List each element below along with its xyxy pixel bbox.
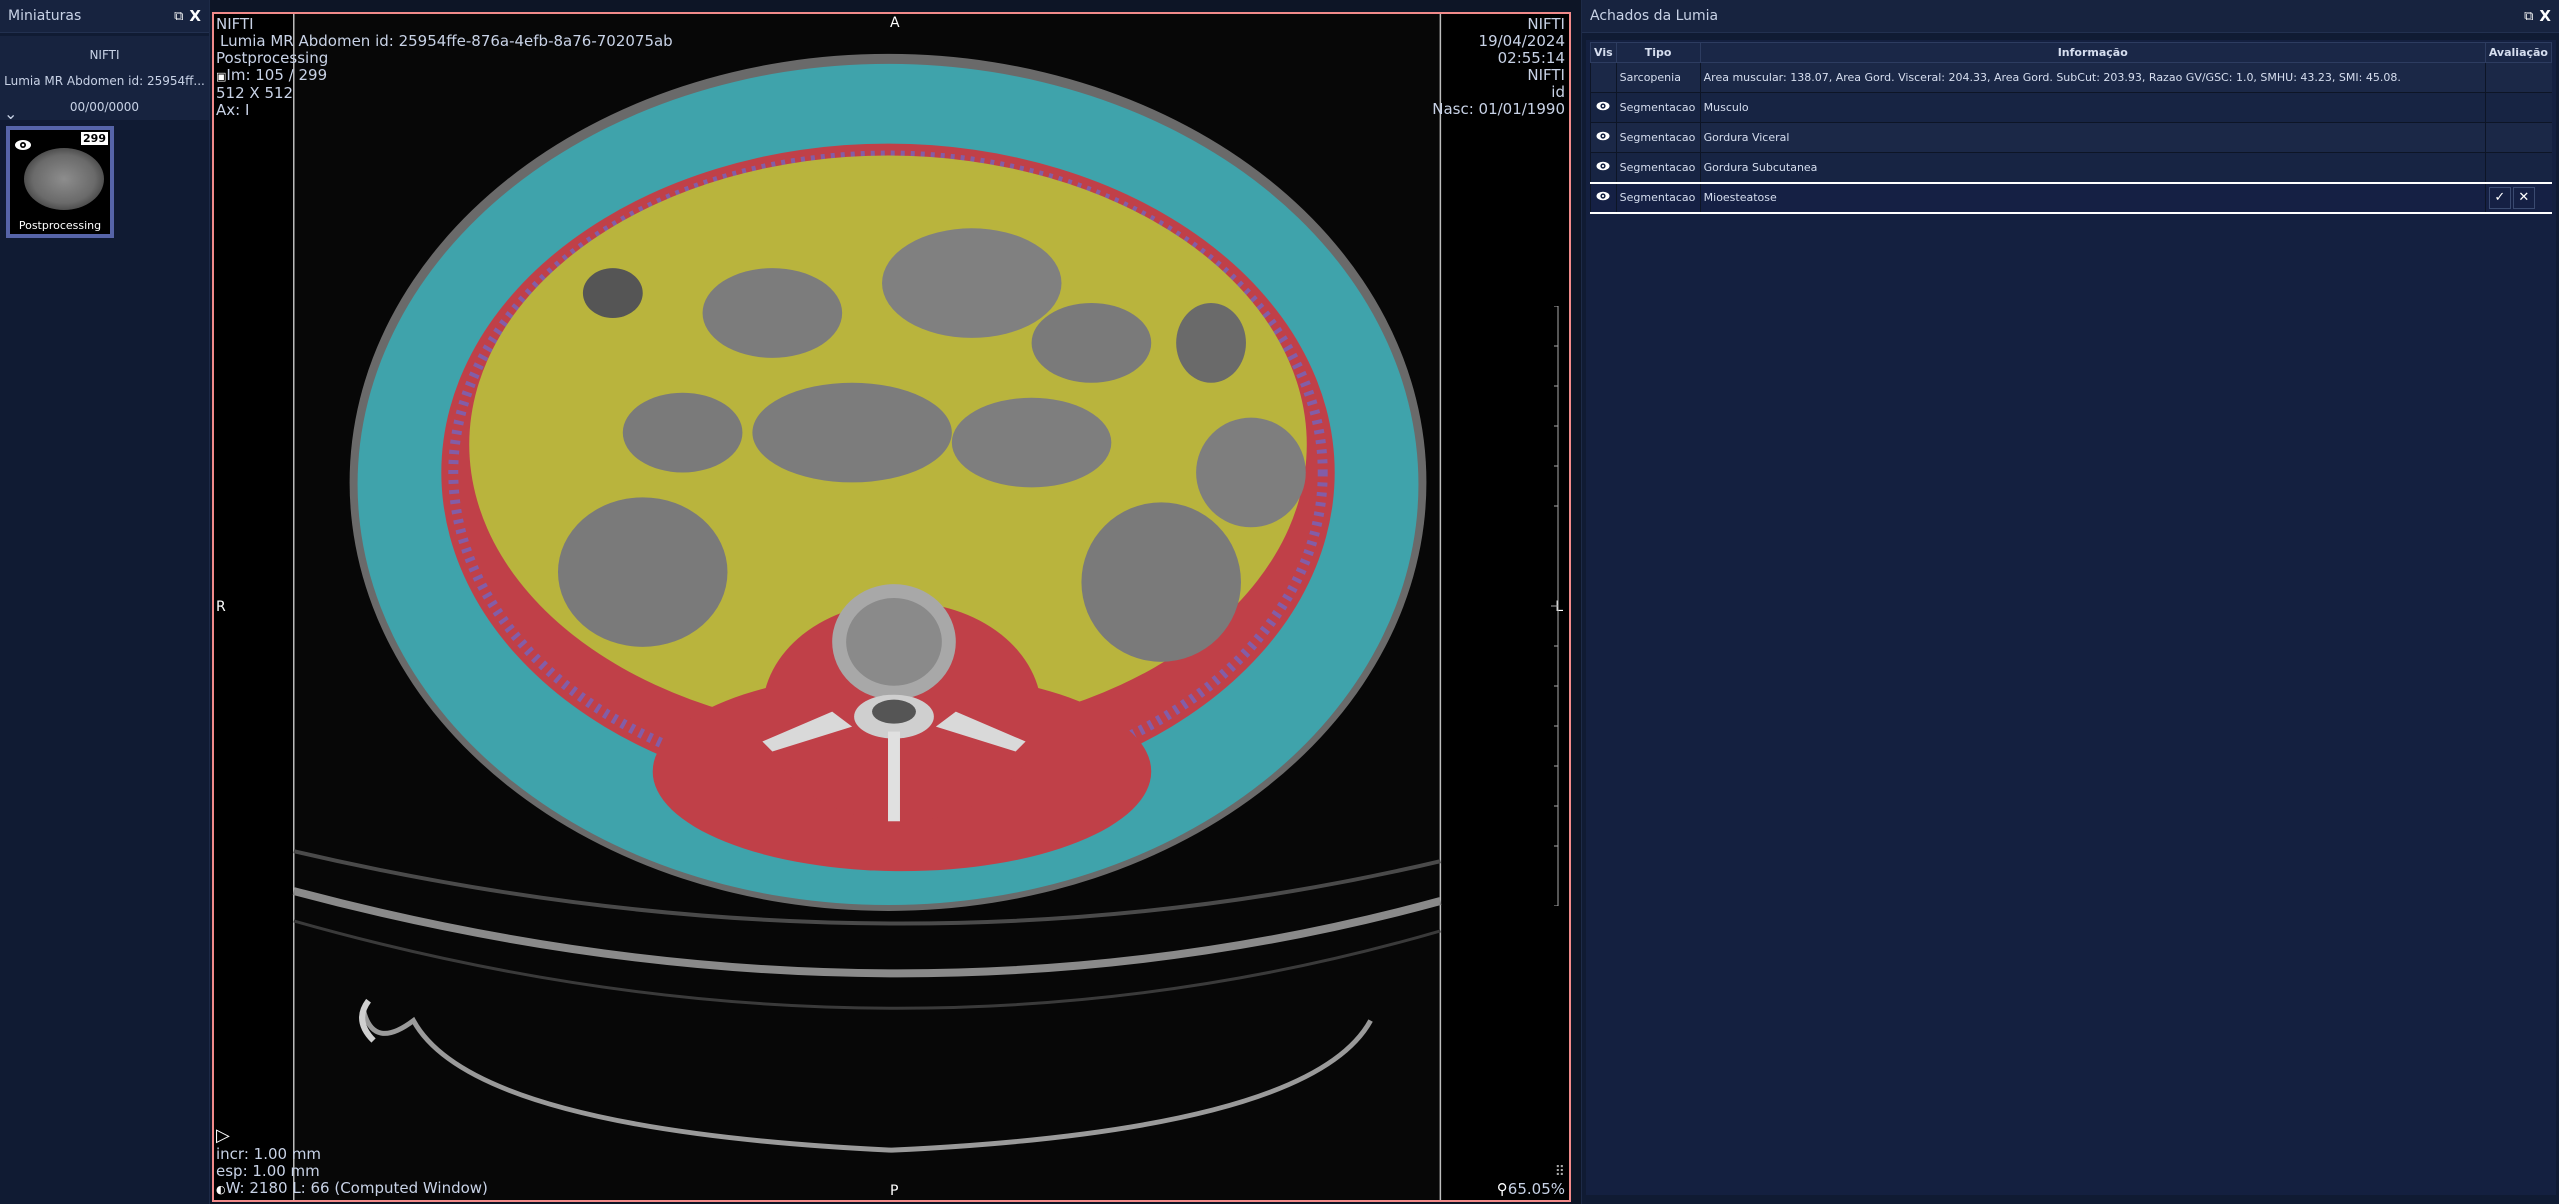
play-icon[interactable]: ▷ [216,1126,488,1146]
overlay-axis: Ax: I [216,101,250,119]
thumbnails-panel-header: Miniaturas ⧉ X [0,0,209,33]
contrast-icon: ◐ [216,1183,226,1196]
eye-icon[interactable] [1596,131,1610,144]
cell-avaliacao [2484,152,2552,183]
overlay-zoom-text: 65.05% [1507,1180,1565,1198]
ct-scan-image [214,14,1569,1200]
cell-informacao: Gordura Viceral [1699,122,2486,153]
close-icon[interactable]: X [2539,8,2551,24]
cell-tipo: Sarcopenia [1615,62,1701,93]
thumbnails-panel: Miniaturas ⧉ X NIFTI Lumia MR Abdomen id… [0,0,210,1204]
cell-avaliacao [2484,122,2552,153]
cell-informacao: Mioesteatose [1699,181,2486,214]
orientation-bottom: P [890,1183,899,1199]
table-row[interactable]: Segmentacao Musculo [1590,92,2552,123]
overlay-image-index: ▣Im: 105 / 299 [216,67,673,85]
magnifier-icon: ⚲ [1496,1180,1508,1198]
series-date: 00/00/0000 [69,100,140,114]
cell-vis[interactable] [1590,122,1617,153]
series-thumbnail[interactable]: 299 Postprocessing [6,126,114,238]
overlay-study: Lumia MR Abdomen id: 25954ffe-876a-4efb-… [220,32,673,50]
overlay-matrix: 512 X 512 [216,84,294,102]
eye-icon[interactable] [1596,101,1610,114]
overlay-series: Postprocessing [216,49,329,67]
close-icon[interactable]: X [189,8,201,24]
overlay-image-index-text: Im: 105 / 299 [226,66,328,84]
scale-ruler [1551,306,1559,906]
thumbnail-count: 299 [81,132,108,145]
column-header-tipo[interactable]: Tipo [1615,42,1701,63]
findings-table: Vis Tipo Informação Avaliação Sarcopenia… [1590,42,2553,214]
grid-icon[interactable]: ⠿ [1497,1164,1565,1181]
overlay-window-text: W: 2180 L: 66 (Computed Window) [225,1179,488,1197]
table-row[interactable]: Segmentacao Mioesteatose ✓ ✕ [1590,181,2552,214]
thumbnails-panel-title: Miniaturas [8,8,82,24]
cell-avaliacao: ✓ ✕ [2484,181,2552,214]
series-modality: NIFTI [89,48,120,62]
cell-vis[interactable] [1590,62,1617,93]
camera-icon: ▣ [216,70,227,83]
eye-icon[interactable] [14,136,32,155]
eye-icon[interactable] [1596,191,1610,204]
eye-icon[interactable] [1596,161,1610,174]
cell-tipo: Segmentacao [1615,92,1701,123]
cell-informacao: Musculo [1699,92,2486,123]
thumbnail-scan [24,148,104,210]
overlay-modality: NIFTI [216,15,254,33]
cell-informacao: Area muscular: 138.07, Area Gord. Viscer… [1699,62,2486,93]
table-row[interactable]: Segmentacao Gordura Viceral [1590,122,2552,153]
findings-body: Vis Tipo Informação Avaliação Sarcopenia… [1586,40,2556,1195]
thumbnail-label: Postprocessing [18,219,102,232]
findings-panel-title: Achados da Lumia [1590,8,1719,24]
overlay-time: 02:55:14 [1497,49,1565,67]
thumbnail-image: 299 Postprocessing [10,130,110,234]
cell-vis[interactable] [1590,92,1617,123]
overlay-window: ◐W: 2180 L: 66 (Computed Window) [216,1180,488,1198]
table-header-row: Vis Tipo Informação Avaliação [1590,42,2553,63]
cell-tipo: Segmentacao [1615,122,1701,153]
cell-tipo: Segmentacao [1615,181,1701,214]
cell-avaliacao [2484,62,2552,93]
chevron-down-icon[interactable]: ⌄ [4,104,17,123]
overlay-zoom: ⚲65.05% [1497,1181,1565,1198]
reject-button[interactable]: ✕ [2512,186,2535,209]
overlay-modality-right-2: NIFTI [1527,66,1565,84]
column-header-vis[interactable]: Vis [1590,42,1617,63]
cell-vis[interactable] [1590,181,1617,214]
orientation-left: R [216,599,226,615]
cell-informacao: Gordura Subcutanea [1699,152,2486,183]
findings-panel: Achados da Lumia ⧉ X Vis Tipo Informação… [1581,0,2559,1204]
column-header-informacao[interactable]: Informação [1699,42,2486,63]
image-viewport[interactable]: NIFTI Lumia MR Abdomen id: 25954ffe-876a… [212,12,1571,1202]
overlay-birth-date: Nasc: 01/01/1990 [1432,100,1565,118]
overlay-top-left: NIFTI Lumia MR Abdomen id: 25954ffe-876a… [216,16,673,119]
table-row[interactable]: Segmentacao Gordura Subcutanea [1590,152,2552,183]
findings-rows: Sarcopenia Area muscular: 138.07, Area Go… [1590,62,2552,214]
table-row[interactable]: Sarcopenia Area muscular: 138.07, Area Go… [1590,62,2552,93]
cell-tipo: Segmentacao [1615,152,1701,183]
overlay-increment: incr: 1.00 mm [216,1145,322,1163]
column-header-avaliacao[interactable]: Avaliação [2484,42,2553,63]
undock-icon[interactable]: ⧉ [174,10,183,23]
overlay-patient-id: id [1551,83,1565,101]
overlay-modality-right: NIFTI [1527,15,1565,33]
series-description: Lumia MR Abdomen id: 25954ff... [4,74,205,88]
series-info[interactable]: NIFTI Lumia MR Abdomen id: 25954ff... 00… [0,36,209,120]
undock-icon[interactable]: ⧉ [2524,10,2533,23]
orientation-top: A [890,15,900,31]
overlay-thickness: esp: 1.00 mm [216,1162,320,1180]
overlay-top-right: NIFTI 19/04/2024 02:55:14 NIFTI id Nasc:… [1432,16,1565,118]
approve-button[interactable]: ✓ [2488,186,2511,209]
cell-vis[interactable] [1590,152,1617,183]
overlay-date: 19/04/2024 [1478,32,1565,50]
overlay-bottom-right: ⠿ ⚲65.05% [1497,1164,1565,1198]
overlay-bottom-left: ▷ incr: 1.00 mm esp: 1.00 mm ◐W: 2180 L:… [216,1126,488,1198]
findings-panel-header: Achados da Lumia ⧉ X [1582,0,2559,33]
cell-avaliacao [2484,92,2552,123]
